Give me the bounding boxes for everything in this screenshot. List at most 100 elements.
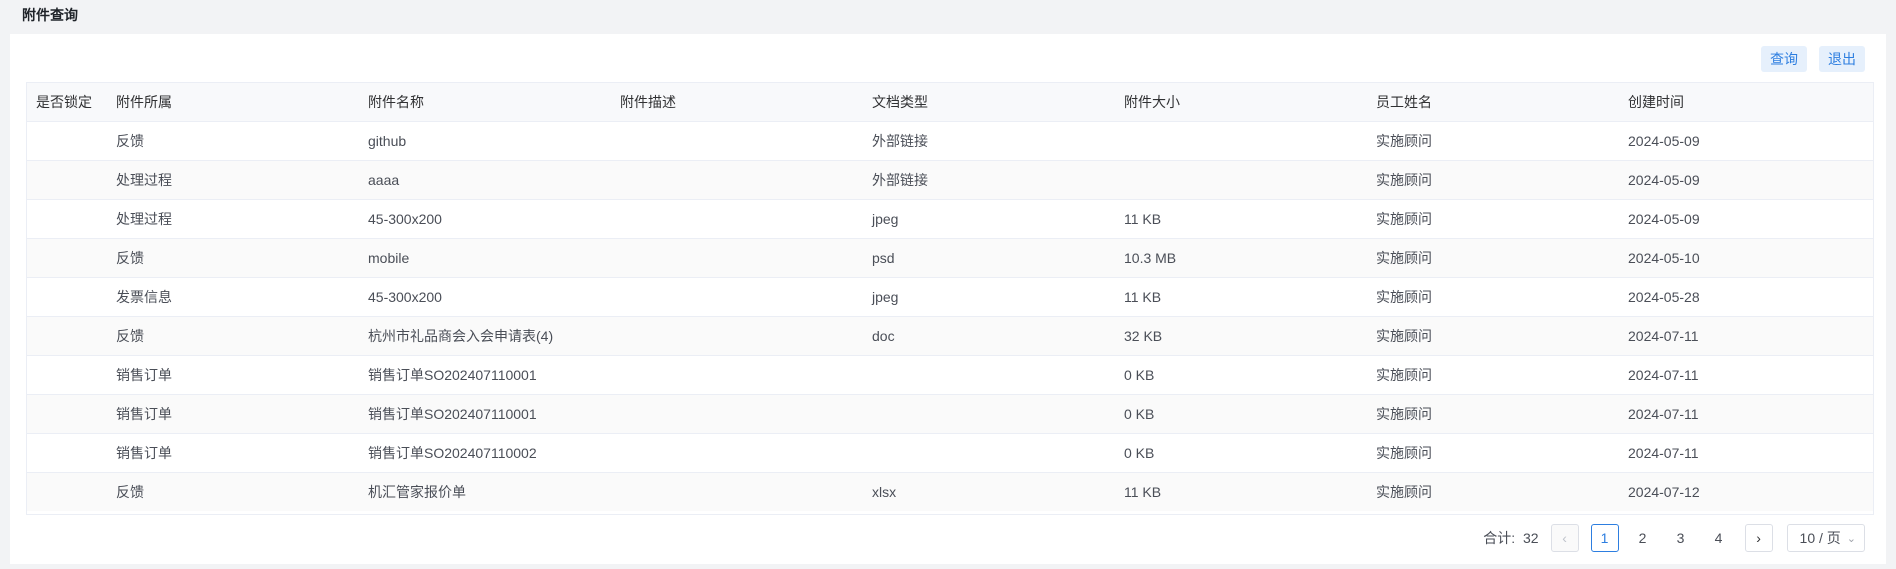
table-cell xyxy=(611,316,863,356)
table-cell: 销售订单SO202407110001 xyxy=(359,355,611,395)
table-cell: 销售订单 xyxy=(107,433,359,473)
table-cell xyxy=(27,472,107,511)
table-cell: 实施顾问 xyxy=(1367,394,1619,434)
table-cell: 2024-05-09 xyxy=(1619,199,1873,239)
column-header: 是否锁定 xyxy=(27,83,107,122)
table-cell: 2024-07-11 xyxy=(1619,316,1873,356)
prev-page-button[interactable]: ‹ xyxy=(1550,524,1579,552)
table-row[interactable]: 反馈 机汇管家报价单 xlsx 11 KB 实施顾问 2024-07-12 xyxy=(27,472,1873,511)
table-cell: jpeg xyxy=(863,277,1115,317)
table-cell xyxy=(27,394,107,434)
main-panel: 查询 退出 是否锁定 附件所属 附件名称 附件描述 文档类型 附件大小 员工姓名 创建时间 反… xyxy=(10,34,1886,564)
table-cell: github xyxy=(359,121,611,161)
toolbar: 查询 退出 xyxy=(1761,46,1865,72)
chevron-left-icon: ‹ xyxy=(1562,530,1567,546)
table-cell: 2024-07-11 xyxy=(1619,355,1873,395)
table-cell: 反馈 xyxy=(107,121,359,161)
table-cell: 发票信息 xyxy=(107,277,359,317)
column-header: 附件描述 xyxy=(611,83,863,122)
table-cell: 2024-07-11 xyxy=(1619,433,1873,473)
table-cell: 外部链接 xyxy=(863,121,1115,161)
page-number-2[interactable]: 2 xyxy=(1629,524,1657,552)
chevron-down-icon: ⌄ xyxy=(1846,532,1856,545)
page-number-1[interactable]: 1 xyxy=(1590,524,1619,552)
table-row[interactable]: 反馈 mobile psd 10.3 MB 实施顾问 2024-05-10 xyxy=(27,238,1873,278)
table-cell: xlsx xyxy=(863,472,1115,511)
table-cell: 销售订单SO202407110002 xyxy=(359,433,611,473)
query-button[interactable]: 查询 xyxy=(1761,46,1807,72)
table-cell: 实施顾问 xyxy=(1367,433,1619,473)
table-cell: 11 KB xyxy=(1115,472,1367,511)
table-cell xyxy=(1115,160,1367,200)
exit-button[interactable]: 退出 xyxy=(1819,46,1865,72)
table-row[interactable]: 处理过程 aaaa 外部链接 实施顾问 2024-05-09 xyxy=(27,160,1873,200)
table-cell: 11 KB xyxy=(1115,277,1367,317)
table-row[interactable]: 处理过程 45-300x200 jpeg 11 KB 实施顾问 2024-05-09 xyxy=(27,199,1873,239)
table-cell: 2024-05-28 xyxy=(1619,277,1873,317)
table-cell: 实施顾问 xyxy=(1367,238,1619,278)
table-cell: 11 KB xyxy=(1115,199,1367,239)
table-cell: 销售订单SO202407110001 xyxy=(359,394,611,434)
page-size-select[interactable]: 10 / 页 ⌄ xyxy=(1786,524,1865,552)
column-header: 员工姓名 xyxy=(1367,83,1619,122)
table-cell: 2024-07-11 xyxy=(1619,394,1873,434)
table-row[interactable]: 反馈 github 外部链接 实施顾问 2024-05-09 xyxy=(27,121,1873,161)
table-cell xyxy=(611,355,863,395)
table-cell xyxy=(27,316,107,356)
table-cell xyxy=(611,394,863,434)
column-header: 附件名称 xyxy=(359,83,611,122)
table-cell xyxy=(611,433,863,473)
table-cell xyxy=(27,355,107,395)
table-cell: 实施顾问 xyxy=(1367,316,1619,356)
table-cell: 实施顾问 xyxy=(1367,160,1619,200)
table-cell xyxy=(27,160,107,200)
attachment-table: 是否锁定 附件所属 附件名称 附件描述 文档类型 附件大小 员工姓名 创建时间 反馈 githu… xyxy=(26,82,1874,515)
table-cell: 2024-05-09 xyxy=(1619,121,1873,161)
column-header: 文档类型 xyxy=(863,83,1115,122)
page-size-value: 10 / 页 xyxy=(1799,530,1841,546)
table-cell xyxy=(611,277,863,317)
table-cell: 实施顾问 xyxy=(1367,472,1619,511)
table-cell xyxy=(863,394,1115,434)
total-label: 合计: 32 xyxy=(1483,530,1539,546)
page-title: 附件查询 xyxy=(22,7,78,23)
page-number-3[interactable]: 3 xyxy=(1667,524,1695,552)
table-row[interactable]: 销售订单 销售订单SO202407110001 0 KB 实施顾问 2024-07-11 xyxy=(27,355,1873,395)
table-cell xyxy=(1115,121,1367,161)
table-cell xyxy=(611,160,863,200)
table-cell xyxy=(611,472,863,511)
table-row[interactable]: 销售订单 销售订单SO202407110002 0 KB 实施顾问 2024-07-11 xyxy=(27,433,1873,473)
table-cell xyxy=(27,199,107,239)
table-cell: 0 KB xyxy=(1115,433,1367,473)
table-row[interactable]: 反馈 杭州市礼品商会入会申请表(4) doc 32 KB 实施顾问 2024-07-11 xyxy=(27,316,1873,356)
table-cell xyxy=(27,277,107,317)
table-row[interactable]: 发票信息 45-300x200 jpeg 11 KB 实施顾问 2024-05-28 xyxy=(27,277,1873,317)
chevron-right-icon: › xyxy=(1756,530,1761,546)
table-cell: 45-300x200 xyxy=(359,277,611,317)
column-header: 附件大小 xyxy=(1115,83,1367,122)
table-cell: 外部链接 xyxy=(863,160,1115,200)
table-cell: 处理过程 xyxy=(107,199,359,239)
table-cell: 实施顾问 xyxy=(1367,199,1619,239)
total-count: 32 xyxy=(1522,530,1539,546)
table-cell: mobile xyxy=(359,238,611,278)
table-row[interactable]: 销售订单 销售订单SO202407110001 0 KB 实施顾问 2024-07-11 xyxy=(27,394,1873,434)
table-cell: aaaa xyxy=(359,160,611,200)
table-cell: 45-300x200 xyxy=(359,199,611,239)
table-cell xyxy=(863,433,1115,473)
table-cell: 0 KB xyxy=(1115,355,1367,395)
table-cell: 实施顾问 xyxy=(1367,121,1619,161)
next-page-button[interactable]: › xyxy=(1744,524,1773,552)
table-cell: 销售订单 xyxy=(107,355,359,395)
column-header: 附件所属 xyxy=(107,83,359,122)
page-number-4[interactable]: 4 xyxy=(1705,524,1733,552)
table-cell: 实施顾问 xyxy=(1367,277,1619,317)
table-cell xyxy=(611,199,863,239)
table-cell: 反馈 xyxy=(107,316,359,356)
table-cell xyxy=(27,238,107,278)
page-number-list: 1234 xyxy=(1587,524,1737,552)
table-cell: 2024-05-09 xyxy=(1619,160,1873,200)
table-cell: 32 KB xyxy=(1115,316,1367,356)
table-cell: 0 KB xyxy=(1115,394,1367,434)
table-cell xyxy=(863,355,1115,395)
